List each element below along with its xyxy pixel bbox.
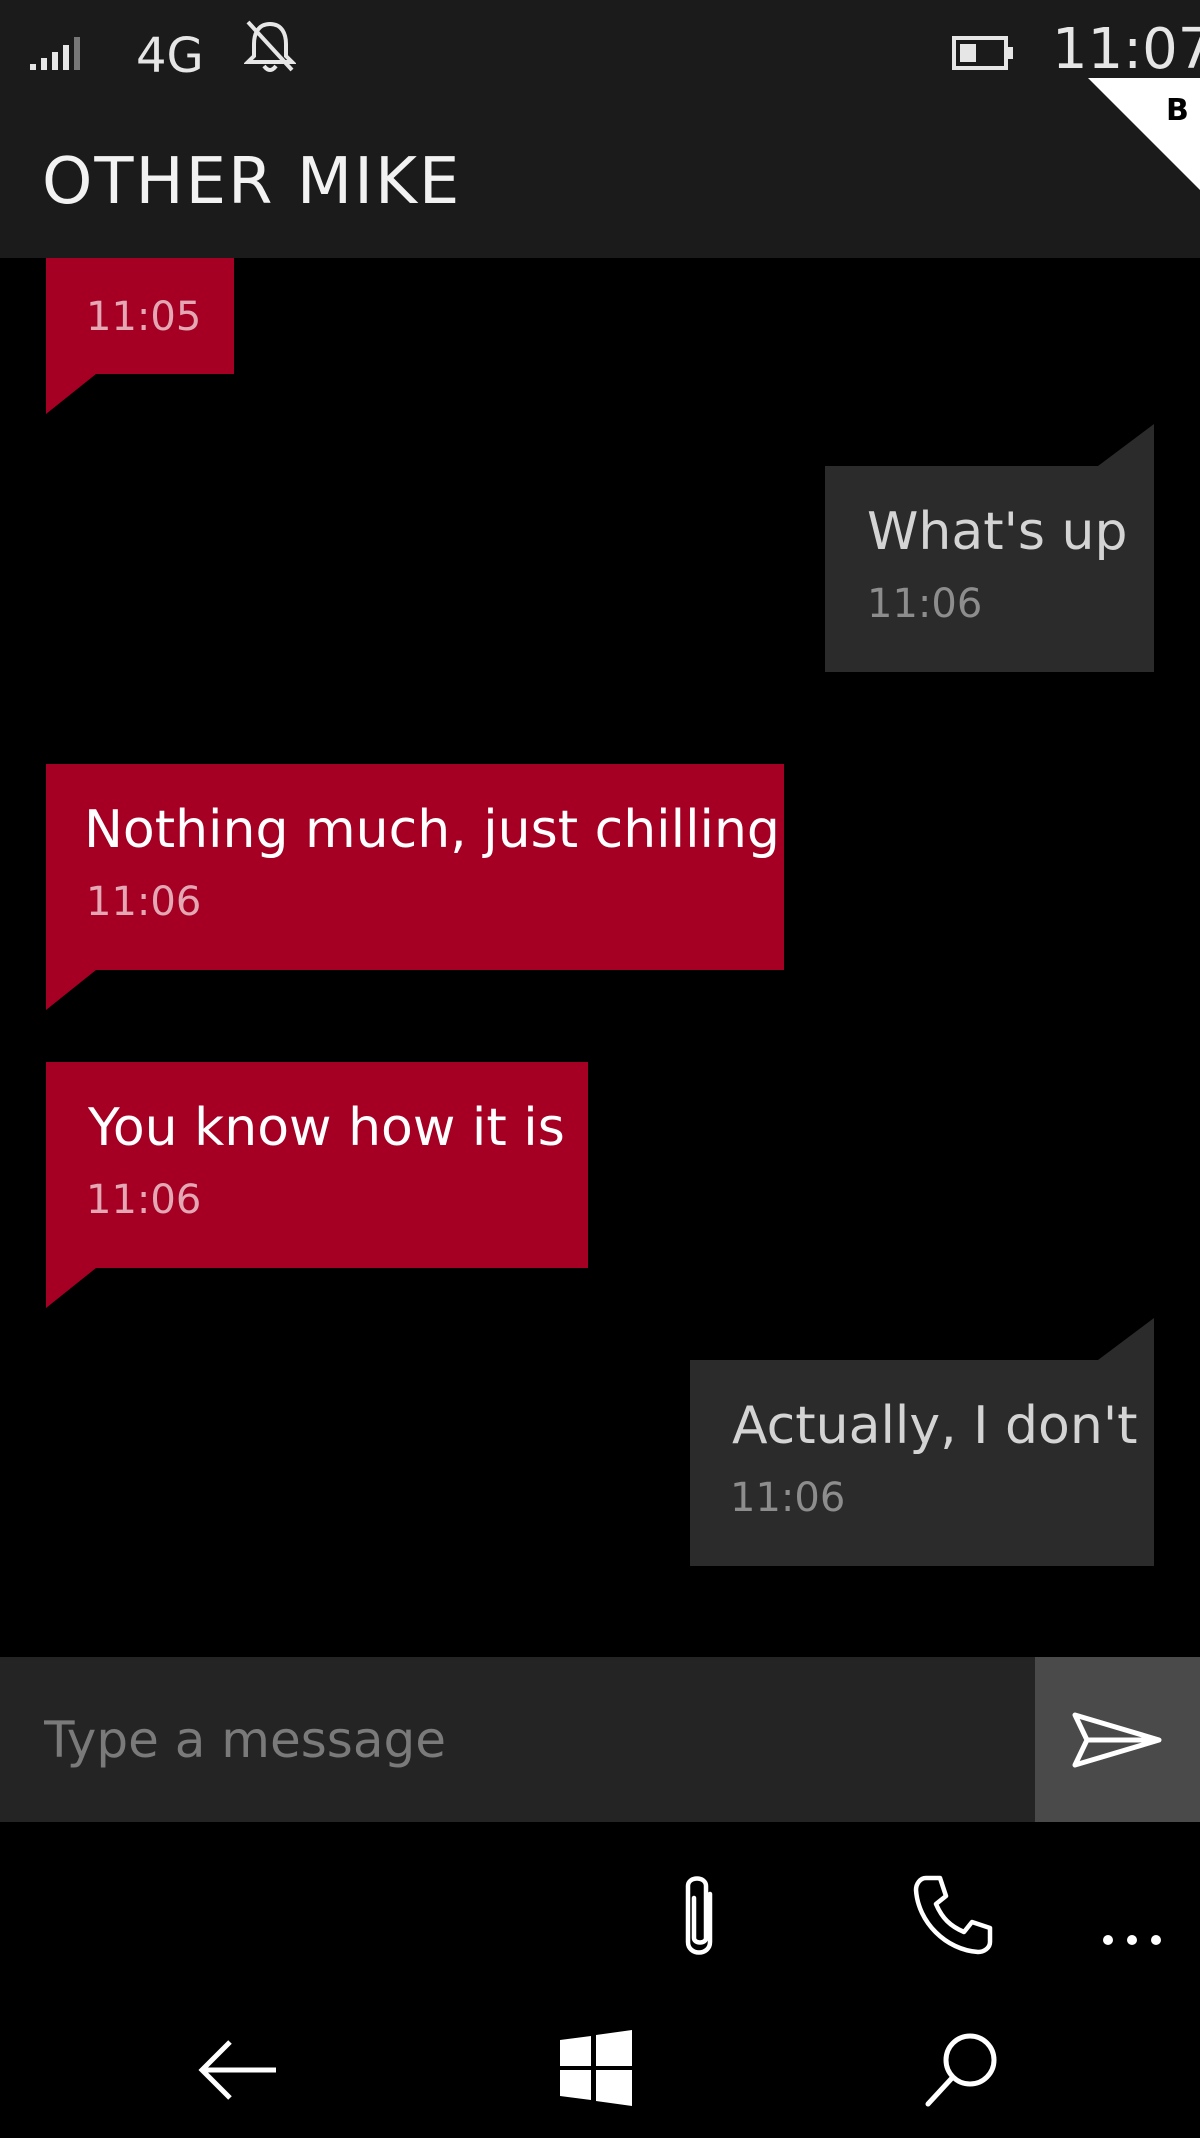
message-bubble-received[interactable]: 11:05 [46, 258, 234, 374]
message-bubble-received[interactable]: Nothing much, just chilling 11:06 [46, 764, 784, 970]
attach-icon[interactable] [672, 1872, 726, 1964]
clock: 11:07 [1052, 17, 1200, 82]
bubble-tail [46, 970, 96, 1010]
back-icon[interactable] [196, 2038, 280, 2102]
bubble-tail [1098, 424, 1154, 466]
bubble-tail [1098, 1318, 1154, 1360]
message-bubble-sent[interactable]: What's up 11:06 [825, 466, 1154, 672]
phone-icon[interactable] [912, 1872, 996, 1956]
search-icon[interactable] [922, 2030, 1002, 2110]
battery-icon [952, 36, 1013, 70]
message-text: You know how it is [88, 1098, 565, 1158]
app-bar [0, 1822, 1200, 2002]
message-bubble-sent[interactable]: Actually, I don't 11:06 [690, 1360, 1154, 1566]
message-timestamp: 11:06 [730, 1475, 846, 1521]
network-type: 4G [136, 28, 204, 84]
send-icon [1072, 1712, 1162, 1768]
conversation-header: OTHER MIKE [0, 98, 1200, 258]
bubble-tail [46, 1268, 96, 1308]
bubble-tail [46, 374, 96, 414]
message-text: What's up [867, 502, 1128, 562]
message-input[interactable] [0, 1657, 1035, 1822]
message-timestamp: 11:05 [86, 294, 202, 340]
conversation-list[interactable]: 11:05 What's up 11:06 Nothing much, just… [0, 258, 1200, 1657]
signal-icon [30, 37, 80, 70]
message-timestamp: 11:06 [86, 1177, 202, 1223]
navigation-bar [0, 2002, 1200, 2138]
message-composer [0, 1657, 1035, 1822]
message-text: Actually, I don't [732, 1396, 1138, 1456]
corner-badge-label: B [1166, 93, 1189, 128]
message-bubble-received[interactable]: You know how it is 11:06 [46, 1062, 588, 1268]
corner-badge: B [1088, 78, 1200, 190]
message-timestamp: 11:06 [86, 879, 202, 925]
contact-name[interactable]: OTHER MIKE [42, 150, 461, 214]
windows-start-icon[interactable] [558, 2030, 634, 2106]
status-bar: 4G 11:07 [0, 0, 1200, 98]
send-button[interactable] [1035, 1657, 1200, 1822]
message-text: Nothing much, just chilling [84, 800, 780, 860]
more-icon[interactable] [1100, 1932, 1164, 1948]
silent-bell-icon [244, 20, 296, 72]
message-timestamp: 11:06 [867, 581, 983, 627]
